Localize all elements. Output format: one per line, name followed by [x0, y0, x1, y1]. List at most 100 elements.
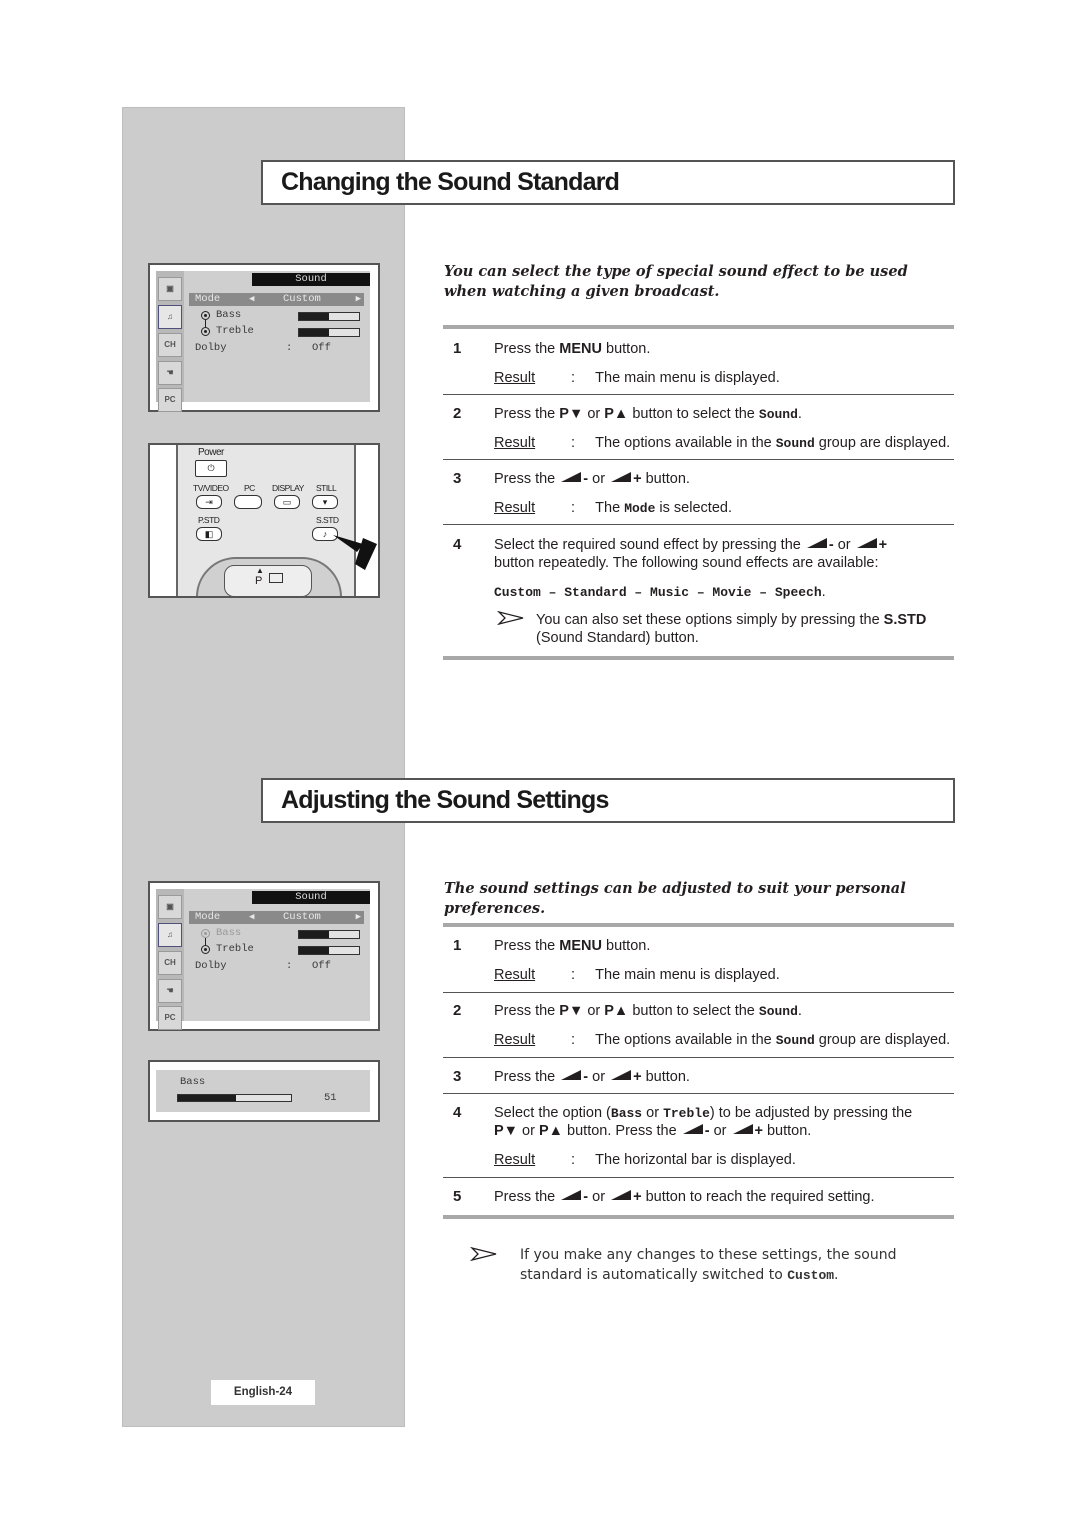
step-instruction: Press the - or + button. — [494, 471, 690, 487]
step-number: 1 — [453, 340, 462, 357]
step-instruction: Select the option (Bass or Treble) to be… — [494, 1105, 913, 1121]
volume-icon — [561, 1070, 582, 1080]
tvvideo-button[interactable]: ⇥ — [196, 495, 222, 509]
volume-icon — [561, 472, 582, 482]
step-instruction: Press the - or + button to reach the req… — [494, 1189, 875, 1205]
radio-treble — [201, 327, 210, 336]
radio-treble — [201, 945, 210, 954]
step-number: 3 — [453, 1068, 462, 1085]
treble-bar — [298, 946, 360, 955]
right-arrow-icon: ▶ — [355, 294, 361, 304]
settings-note: If you make any changes to these setting… — [520, 1247, 897, 1283]
step-instruction: Press the P▼ or P▲ button to select the … — [494, 406, 802, 422]
divider — [443, 923, 954, 927]
section-intro: You can select the type of special sound… — [444, 263, 908, 300]
bass-value: 51 — [324, 1092, 337, 1104]
remote-control-illustration: Power ⏻ TV/VIDEO PC DISPLAY STILL ⇥ ▭ ▾ … — [148, 443, 380, 598]
bass-bar — [298, 930, 360, 939]
step-result: Result: The horizontal bar is displayed. — [494, 1152, 796, 1168]
step-instruction: Press the MENU button. — [494, 938, 651, 954]
function-icon: ☚ — [158, 361, 182, 385]
step-result: Result: The options available in the Sou… — [494, 1032, 951, 1048]
divider — [443, 1215, 954, 1219]
osd-mode-row: Mode ◀ Custom ▶ — [189, 293, 364, 306]
treble-bar — [298, 328, 360, 337]
bass-level-bar — [177, 1094, 292, 1102]
step-instruction: Press the - or + button. — [494, 1069, 690, 1085]
section-title-sound-standard: Changing the Sound Standard — [261, 160, 955, 205]
channel-icon: CH — [158, 333, 182, 357]
osd-menu-icons: ▣ ♫ CH ☚ PC — [156, 889, 184, 1030]
note-text: You can also set these options simply by… — [536, 612, 927, 628]
divider — [443, 524, 954, 525]
display-button[interactable]: ▭ — [274, 495, 300, 509]
step-result: Result: The main menu is displayed. — [494, 967, 780, 983]
still-button[interactable]: ▾ — [312, 495, 338, 509]
step-number: 2 — [453, 1002, 462, 1019]
note-arrow-icon — [497, 611, 524, 625]
step-instruction-cont: button repeatedly. The following sound e… — [494, 555, 879, 571]
channel-icon: CH — [158, 951, 182, 975]
volume-icon — [806, 538, 827, 548]
divider — [443, 1093, 954, 1094]
page-number: English-24 — [211, 1380, 315, 1405]
picture-icon: ▣ — [158, 277, 182, 301]
volume-icon — [611, 1190, 632, 1200]
step-result: Result: The options available in the Sou… — [494, 435, 951, 451]
ttx-icon — [269, 573, 283, 583]
sound-effects-list: Custom – Standard – Music – Movie – Spee… — [494, 584, 826, 600]
osd-sound-menu: ▣ ♫ CH ☚ PC Sound Mode ◀ Custom ▶ Bass T… — [148, 881, 380, 1031]
divider — [443, 992, 954, 993]
right-arrow-icon: ▶ — [355, 912, 361, 922]
step-result: Result: The Mode is selected. — [494, 500, 732, 516]
left-arrow-icon: ◀ — [249, 294, 255, 304]
step-result: Result: The main menu is displayed. — [494, 370, 780, 386]
volume-icon — [561, 1190, 582, 1200]
step-number: 5 — [453, 1188, 462, 1205]
pc-icon: PC — [158, 1006, 182, 1030]
sound-icon: ♫ — [158, 305, 182, 329]
note-text-cont: (Sound Standard) button. — [536, 630, 699, 646]
osd-mode-row: Mode ◀ Custom ▶ — [189, 911, 364, 924]
divider — [443, 1177, 954, 1178]
sound-icon: ♫ — [158, 923, 182, 947]
step-number: 3 — [453, 470, 462, 487]
step-number: 4 — [453, 536, 462, 553]
section-title-sound-settings: Adjusting the Sound Settings — [261, 778, 955, 823]
menu-key: MENU — [559, 341, 602, 357]
note-arrow-icon — [470, 1247, 497, 1261]
sstd-key: S.STD — [883, 612, 927, 628]
channel-pad[interactable]: ▲ P — [196, 557, 342, 596]
step-number: 2 — [453, 405, 462, 422]
pointer-arrow-icon — [333, 535, 377, 570]
picture-icon: ▣ — [158, 895, 182, 919]
osd-menu-icons: ▣ ♫ CH ☚ PC — [156, 271, 184, 412]
step-number: 1 — [453, 937, 462, 954]
pc-button[interactable] — [234, 495, 262, 509]
step-instruction: Select the required sound effect by pres… — [494, 537, 888, 553]
volume-icon — [682, 1124, 703, 1134]
section-intro: The sound settings can be adjusted to su… — [444, 880, 906, 917]
volume-icon — [611, 472, 632, 482]
left-arrow-icon: ◀ — [249, 912, 255, 922]
step-instruction: Press the P▼ or P▲ button to select the … — [494, 1003, 802, 1019]
pstd-button[interactable]: ◧ — [196, 527, 222, 541]
radio-bass — [201, 311, 210, 320]
osd-sound-menu: ▣ ♫ CH ☚ PC Sound Mode ◀ Custom ▶ Bass T… — [148, 263, 380, 412]
osd-header: Sound — [252, 891, 370, 904]
volume-icon — [732, 1124, 753, 1134]
divider — [443, 459, 954, 460]
divider — [443, 394, 954, 395]
step-instruction-cont: P▼ or P▲ button. Press the - or + button… — [494, 1123, 812, 1139]
step-number: 4 — [453, 1104, 462, 1121]
function-icon: ☚ — [158, 979, 182, 1003]
step-instruction: Press the MENU button. — [494, 341, 651, 357]
divider — [443, 1057, 954, 1058]
volume-icon — [856, 538, 877, 548]
osd-header: Sound — [252, 273, 370, 286]
divider — [443, 656, 954, 660]
bass-bar — [298, 312, 360, 321]
radio-bass — [201, 929, 210, 938]
power-button[interactable]: ⏻ — [195, 460, 227, 477]
osd-bass-popup: Bass 51 — [148, 1060, 380, 1122]
